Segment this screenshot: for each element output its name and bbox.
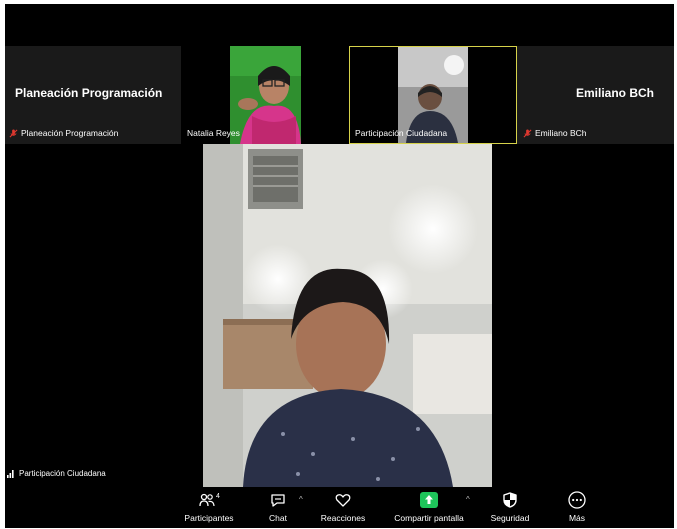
participants-icon <box>199 493 215 507</box>
share-screen-icon <box>420 492 438 508</box>
participant-name-large: Planeación Programación <box>15 86 163 100</box>
chat-icon <box>271 493 285 507</box>
participant-label: Participación Ciudadana <box>355 128 447 138</box>
participant-tile-natalia[interactable]: Natalia Reyes <box>181 46 349 144</box>
active-speaker-video <box>203 144 492 487</box>
signal-strength-icon <box>7 469 14 478</box>
mic-muted-icon <box>523 128 532 137</box>
security-button[interactable]: Seguridad <box>486 489 534 523</box>
zoom-meeting-window: Planeación Programación Planeación Progr… <box>5 4 674 528</box>
security-label: Seguridad <box>490 513 530 523</box>
active-speaker-label: Participación Ciudadana <box>7 469 106 478</box>
heart-icon <box>335 493 351 507</box>
participant-name-large: Emiliano BCh <box>575 86 654 100</box>
active-speaker-name: Participación Ciudadana <box>19 469 106 478</box>
more-button[interactable]: Más <box>562 489 592 523</box>
chat-button[interactable]: Chat <box>263 489 293 523</box>
share-screen-label: Compartir pantalla <box>394 513 464 523</box>
participants-count: 4 <box>216 492 220 500</box>
chat-label: Chat <box>269 513 287 523</box>
reactions-label: Reacciones <box>320 513 366 523</box>
participant-tile-participacion[interactable]: Participación Ciudadana <box>349 46 517 144</box>
participant-strip: Planeación Programación Planeación Progr… <box>5 46 674 144</box>
participant-label: Planeación Programación <box>9 128 118 138</box>
more-options-icon <box>568 491 586 509</box>
participants-button[interactable]: 4 Participantes <box>178 489 240 524</box>
more-label: Más <box>568 513 586 523</box>
share-options-caret-icon[interactable]: ^ <box>466 495 470 504</box>
participant-label-text: Emiliano BCh <box>535 128 587 138</box>
chat-options-caret-icon[interactable]: ^ <box>299 495 303 504</box>
participant-tile-emiliano[interactable]: Emiliano BCh Emiliano BCh <box>517 46 674 144</box>
participant-video-natalia <box>230 46 301 144</box>
participant-label: Emiliano BCh <box>523 128 587 138</box>
shield-icon <box>503 492 517 508</box>
meeting-toolbar: 4 Participantes Chat ^ Reacciones Compar… <box>5 487 674 528</box>
participant-label: Natalia Reyes <box>187 128 240 138</box>
share-screen-button[interactable]: Compartir pantalla <box>385 489 473 523</box>
participant-label-text: Natalia Reyes <box>187 128 240 138</box>
participants-label: Participantes <box>184 513 234 523</box>
mic-muted-icon <box>9 128 18 137</box>
reactions-button[interactable]: Reacciones <box>317 489 369 523</box>
participant-label-text: Planeación Programación <box>21 128 119 138</box>
participant-tile-planeacion[interactable]: Planeación Programación Planeación Progr… <box>5 46 181 144</box>
participant-label-text: Participación Ciudadana <box>355 128 448 138</box>
